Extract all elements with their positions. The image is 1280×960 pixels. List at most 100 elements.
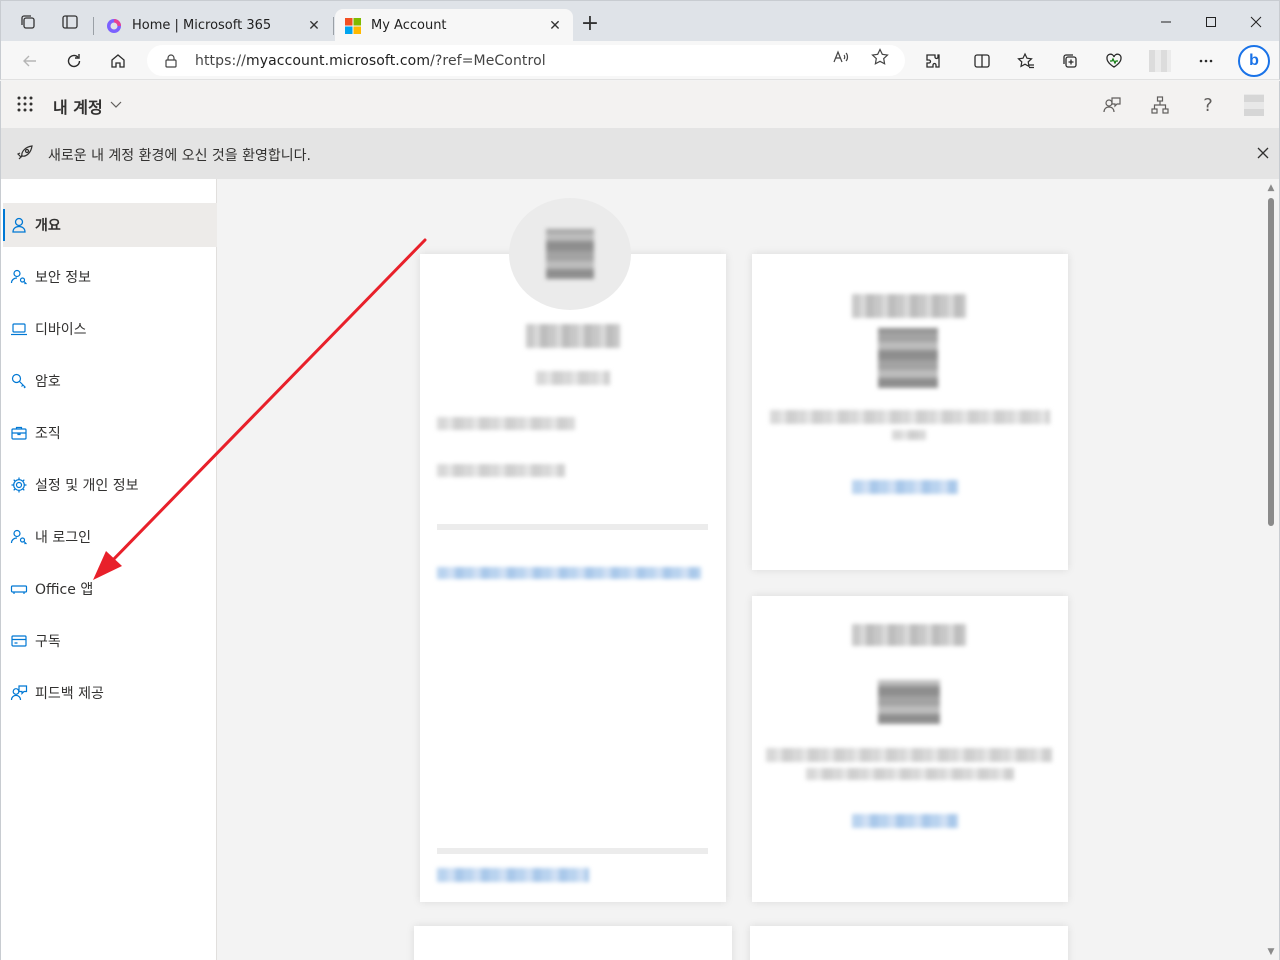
help-icon[interactable]: ? [1197,94,1219,116]
sidebar-item-label: 조직 [35,426,61,442]
card-description-blurred [806,768,1014,780]
sidebar-item-overview[interactable]: 개요 [3,203,217,247]
favorites-icon[interactable] [1011,46,1041,76]
favorite-star-icon[interactable] [870,47,890,67]
new-tab-button[interactable]: + [578,13,602,37]
sidebar-item-password[interactable]: 암호 [3,359,217,403]
app-launcher-icon[interactable] [16,95,34,113]
feedback-icon[interactable] [1101,94,1123,116]
sidebar-item-office-apps[interactable]: Office 앱 [3,567,217,611]
card-link-blurred[interactable] [852,814,958,828]
tab-home-microsoft365[interactable]: Home | Microsoft 365 ✕ [96,9,332,42]
sidebar-item-feedback[interactable]: 피드백 제공 [3,671,217,715]
profile-subtitle-blurred [536,371,610,385]
read-aloud-icon[interactable] [831,47,851,67]
profile-avatar[interactable] [1149,50,1171,72]
sidebar-item-label: 암호 [35,374,61,390]
sidebar-item-organizations[interactable]: 조직 [3,411,217,455]
microsoft365-icon [106,18,122,34]
sidebar-item-label: 설정 및 개인 정보 [35,478,139,494]
briefcase-icon [11,426,27,440]
home-button[interactable] [103,46,133,76]
back-button[interactable] [15,46,45,76]
profile-card [420,254,726,902]
profile-bottom-link-blurred[interactable] [437,868,589,882]
content-card [750,926,1068,960]
person-key-icon [10,529,27,545]
sidebar-item-label: 디바이스 [35,322,87,338]
address-bar[interactable]: https://myaccount.microsoft.com/?ref=MeC… [147,45,905,76]
collections-icon[interactable] [1055,46,1085,76]
close-tab-icon[interactable]: ✕ [547,18,563,34]
app-title[interactable]: 내 계정 [53,94,103,118]
tab-title: My Account [371,18,447,33]
close-icon[interactable] [1254,144,1272,162]
profile-link-blurred[interactable] [437,567,701,579]
microsoft-logo-icon [345,17,361,34]
divider [437,524,708,530]
sidebar-item-label: Office 앱 [35,582,94,598]
card-description-blurred [770,410,1050,424]
scroll-down-arrow-icon[interactable]: ▼ [1265,946,1277,958]
sidebar-item-my-sign-ins[interactable]: 내 로그인 [3,515,217,559]
extensions-icon[interactable] [918,46,948,76]
divider [437,848,708,854]
profile-avatar-circle [509,198,631,310]
browser-toolbar: https://myaccount.microsoft.com/?ref=MeC… [0,41,1280,80]
profile-email-blurred [437,417,575,430]
person-key-icon [10,269,27,285]
lock-icon[interactable] [163,53,179,69]
rocket-icon [16,144,34,162]
tab-title: Home | Microsoft 365 [132,18,272,33]
card-title-blurred [852,624,966,646]
minimize-button[interactable] [1143,7,1189,37]
sidebar-item-label: 내 로그인 [35,530,91,546]
profile-name-blurred [526,324,620,348]
gear-icon [11,477,27,493]
person-icon [12,217,26,233]
sidebar-item-security-info[interactable]: 보안 정보 [3,255,217,299]
card-description-blurred [766,748,1052,762]
card-description-blurred [892,430,926,440]
bing-chat-button[interactable]: b [1238,45,1270,77]
url-text: https://myaccount.microsoft.com/?ref=MeC… [195,52,546,69]
main-content [217,179,1280,960]
security-info-card [752,254,1068,570]
organization-chart-icon[interactable] [1149,94,1171,116]
scroll-up-arrow-icon[interactable]: ▲ [1265,182,1277,194]
refresh-button[interactable] [59,46,89,76]
devices-card [752,596,1068,902]
profile-avatar-image [546,229,594,279]
scrollbar-thumb[interactable] [1268,198,1274,526]
office-app-icon [10,585,28,594]
tab-actions-icon[interactable] [57,9,83,35]
sidebar-item-devices[interactable]: 디바이스 [3,307,217,351]
workspaces-icon[interactable] [15,9,41,35]
sidebar-item-label: 구독 [35,634,61,650]
content-card [414,926,732,960]
tab-my-account[interactable]: My Account ✕ [335,9,573,42]
sidebar-item-label: 피드백 제공 [35,686,104,702]
welcome-banner: 새로운 내 계정 환경에 오신 것을 환영합니다. [0,128,1280,179]
credit-card-icon [11,635,27,647]
sidebar-item-label: 보안 정보 [35,270,91,286]
card-link-blurred[interactable] [852,480,958,494]
settings-more-icon[interactable] [1191,46,1221,76]
main-scrollbar[interactable]: ▲ ▼ [1265,182,1277,958]
maximize-button[interactable] [1188,7,1234,37]
laptop-icon [878,680,940,724]
chevron-down-icon[interactable] [109,96,123,110]
sidebar-item-settings-privacy[interactable]: 설정 및 개인 정보 [3,463,217,507]
close-tab-icon[interactable]: ✕ [306,18,322,34]
browser-essentials-icon[interactable] [1099,46,1129,76]
tab-separator [333,17,334,35]
sidebar-item-subscriptions[interactable]: 구독 [3,619,217,663]
feedback-icon [10,685,28,701]
split-screen-icon[interactable] [967,46,997,76]
banner-text: 새로운 내 계정 환경에 오신 것을 환영합니다. [48,148,311,164]
key-icon [11,373,26,389]
card-title-blurred [852,294,966,318]
close-window-button[interactable] [1233,7,1279,37]
card-icon-blurred [878,328,938,388]
account-avatar[interactable] [1244,94,1264,116]
